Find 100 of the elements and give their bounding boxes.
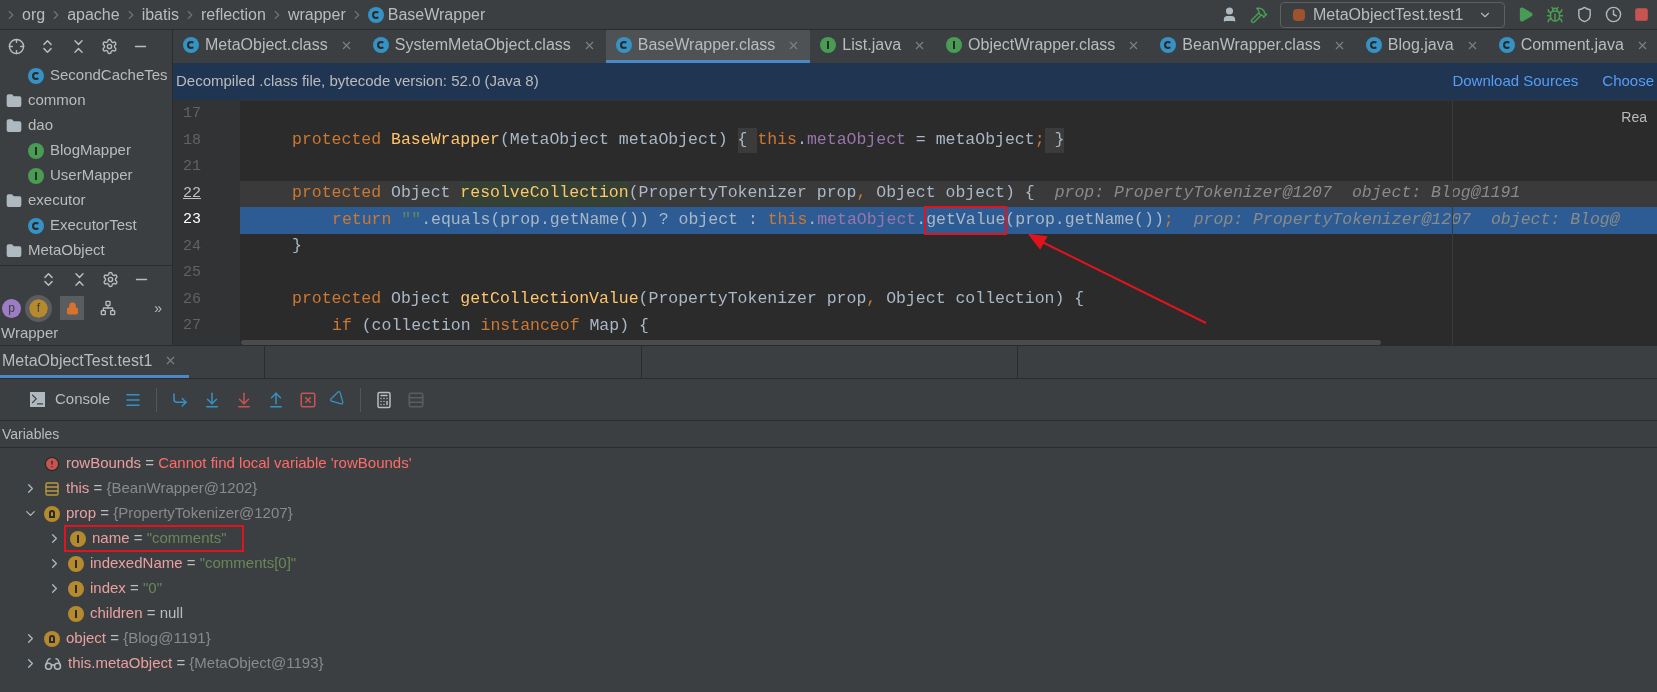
editor-tab[interactable]: SystemMetaObject.class: [362, 30, 606, 63]
variable-row[interactable]: this = {BeanWrapper@1202}: [0, 476, 1657, 501]
class-icon: [1498, 37, 1515, 53]
notice-link[interactable]: Choose: [1602, 70, 1654, 93]
code-token: return: [332, 208, 393, 231]
breadcrumb[interactable]: wrapper: [287, 2, 346, 27]
variables-title: Variables: [1, 424, 60, 444]
tree-item[interactable]: MetaObject: [28, 239, 105, 262]
show-properties-toggle[interactable]: p: [2, 298, 21, 318]
code-token: .equals(prop.getName()) ? object :: [421, 208, 759, 231]
user-icon[interactable]: [1221, 6, 1238, 23]
run-config-dropdown[interactable]: MetaObjectTest.test1: [1280, 1, 1505, 28]
lock-icon[interactable]: [65, 301, 79, 315]
step-over-icon[interactable]: [171, 390, 190, 409]
variable-row[interactable]: name = "comments": [0, 526, 1657, 551]
editor-tab[interactable]: Blog.java: [1355, 30, 1489, 63]
evaluate-icon[interactable]: [375, 390, 394, 409]
code-token: Object collection) {: [885, 288, 1085, 311]
tree-item[interactable]: dao: [28, 114, 54, 137]
code-token: }: [1044, 128, 1065, 154]
code-token: getCollectionValue: [460, 288, 639, 311]
tree-item[interactable]: SecondCacheTes: [50, 64, 168, 87]
editor-tab[interactable]: MetaObject.class: [173, 30, 363, 63]
code-token: ;: [1163, 208, 1174, 231]
notice-link[interactable]: Download Sources: [1452, 70, 1579, 93]
variable-row[interactable]: children = null: [0, 601, 1657, 626]
interface-icon: [28, 142, 44, 159]
field-icon: [68, 605, 84, 622]
interface-icon: [946, 37, 963, 53]
folder-icon: [6, 117, 22, 134]
code-token: resolveCollection: [460, 181, 629, 207]
folder-icon: [6, 242, 22, 259]
settings-icon[interactable]: [102, 271, 119, 288]
more-button[interactable]: »: [154, 297, 162, 319]
code-token: instanceof: [480, 314, 581, 337]
field-icon: [68, 580, 84, 597]
variable-row[interactable]: indexedName = "comments[0]": [0, 551, 1657, 576]
code-token: Object: [391, 288, 452, 311]
editor-tab[interactable]: BeanWrapper.class: [1150, 30, 1356, 63]
variable-row[interactable]: index = "0": [0, 576, 1657, 601]
breadcrumb[interactable]: BaseWrapper: [387, 2, 486, 27]
tree-item[interactable]: UserMapper: [50, 164, 133, 187]
locate-icon[interactable]: [8, 38, 25, 55]
code-token: (collection: [361, 314, 472, 337]
debug-icon[interactable]: [1546, 5, 1564, 24]
tree-item[interactable]: common: [28, 89, 86, 112]
breadcrumb[interactable]: ibatis: [141, 2, 179, 27]
code-token: Object object) {: [875, 182, 1035, 205]
line-number: 22: [182, 183, 201, 204]
class-icon: [28, 67, 44, 84]
editor-tab[interactable]: BaseWrapper.class: [605, 30, 811, 63]
code-token: .: [807, 208, 818, 231]
code-token: this: [757, 129, 797, 152]
folder-icon: [6, 92, 22, 109]
build-icon[interactable]: [1250, 5, 1268, 24]
structure-item[interactable]: Wrapper: [0, 323, 59, 343]
inline-value-hint: object: Blog@: [1490, 208, 1620, 231]
interface-icon: [820, 37, 837, 53]
code-token: Object: [391, 182, 452, 205]
tree-item[interactable]: executor: [28, 189, 86, 212]
code-token: metaObject: [806, 129, 906, 152]
scrollbar[interactable]: [241, 340, 1381, 345]
variable-row[interactable]: rowBounds = Cannot find local variable 'rowBounds': [0, 451, 1657, 476]
editor-tab[interactable]: ObjectWrapper.class: [936, 30, 1151, 63]
console-tab[interactable]: Console: [30, 388, 111, 411]
variable-entry: this = {BeanWrapper@1202}: [66, 478, 258, 499]
variable-row[interactable]: prop = {PropertyTokenizer@1207}: [0, 501, 1657, 526]
trace-icon[interactable]: [407, 390, 426, 409]
profile-icon[interactable]: [1605, 6, 1622, 23]
editor-tab[interactable]: List.java: [810, 30, 937, 63]
variable-entry: this.metaObject = {MetaObject@1193}: [68, 653, 324, 674]
drop-frame-icon[interactable]: [299, 390, 318, 409]
parameter-icon: [44, 505, 60, 522]
settings-icon[interactable]: [101, 38, 118, 55]
hierarchy-icon[interactable]: [100, 300, 116, 316]
code-token: BaseWrapper: [391, 129, 500, 152]
breadcrumb[interactable]: org: [22, 2, 46, 27]
editor-tab[interactable]: Comment.java: [1488, 30, 1657, 63]
code-token: (PropertyTokenizer prop: [628, 182, 857, 205]
code-token: protected: [292, 182, 383, 205]
breadcrumb[interactable]: apache: [67, 2, 120, 27]
code-token: (MetaObject metaObject): [499, 129, 729, 152]
field-icon: [68, 555, 84, 572]
code-token: ,: [856, 182, 867, 205]
run-icon[interactable]: [1517, 6, 1534, 23]
decompiled-notice: Decompiled .class file, bytecode version: 52.0 (Java 8): [176, 71, 540, 92]
reader-mode-label[interactable]: Rea: [1621, 107, 1647, 128]
stop-icon[interactable]: [1634, 7, 1649, 22]
variable-row[interactable]: this.metaObject = {MetaObject@1193}: [0, 651, 1657, 676]
code-token: .: [797, 129, 807, 152]
variable-row[interactable]: object = {Blog@1191}: [0, 626, 1657, 651]
code-token: ;: [1034, 129, 1045, 152]
debug-session-tab[interactable]: MetaObjectTest.test1: [0, 346, 190, 378]
class-icon: [1365, 37, 1382, 53]
show-fields-toggle[interactable]: f: [29, 298, 48, 318]
tree-item[interactable]: ExecutorTest: [50, 214, 137, 237]
variable-entry: children = null: [90, 603, 183, 624]
breadcrumb[interactable]: reflection: [201, 2, 266, 27]
tree-item[interactable]: BlogMapper: [50, 139, 131, 162]
coverage-icon[interactable]: [1576, 6, 1593, 23]
